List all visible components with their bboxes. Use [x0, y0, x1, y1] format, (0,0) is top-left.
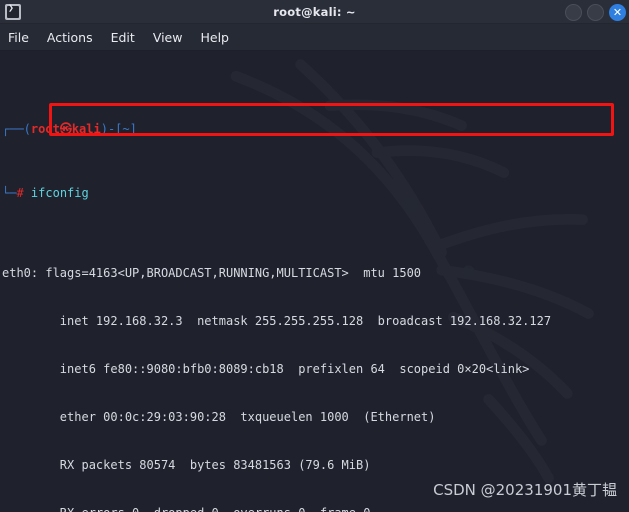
command-text-ifconfig: ifconfig	[30, 186, 89, 200]
prompt-close-paren: )-[	[100, 122, 123, 136]
output-eth0-flags: eth0: flags=4163<UP,BROADCAST,RUNNING,MU…	[2, 266, 422, 280]
prompt-close-bracket: ]	[129, 122, 137, 136]
output-eth0-rx-packets: RX packets 80574 bytes 83481563 (79.6 Mi…	[2, 458, 371, 472]
terminal-body[interactable]: ┌──(root㉿kali)-[~] └─# ifconfig eth0: fl…	[0, 51, 629, 512]
prompt-hash-1: #	[16, 186, 24, 200]
prompt-branch-bottom: └─	[2, 186, 17, 200]
menu-item-actions[interactable]: Actions	[47, 30, 93, 45]
output-eth0-inet: inet 192.168.32.3 netmask 255.255.255.12…	[2, 314, 552, 328]
menu-item-help[interactable]: Help	[200, 30, 229, 45]
menu-item-file[interactable]: File	[8, 30, 29, 45]
window-controls: ✕	[565, 0, 626, 24]
prompt-path: ~	[122, 122, 130, 136]
maximize-button[interactable]	[587, 3, 604, 21]
csdn-watermark: CSDN @20231901黄丁韫	[433, 481, 617, 499]
window-title: root@kali: ~	[273, 4, 356, 19]
close-button[interactable]: ✕	[609, 3, 626, 21]
terminal-screen: ┌──(root㉿kali)-[~] └─# ifconfig eth0: fl…	[0, 51, 629, 512]
terminal-window: root@kali: ~ ✕ File Actions Edit View He…	[0, 0, 629, 512]
prompt-at-symbol: ㉿	[59, 122, 72, 136]
output-eth0-inet6: inet6 fe80::9080:bfb0:8089:cb18 prefixle…	[2, 362, 530, 376]
menu-bar: File Actions Edit View Help	[0, 24, 629, 51]
output-eth0-ether: ether 00:0c:29:03:90:28 txqueuelen 1000 …	[2, 410, 436, 424]
prompt-line-1: ┌──(root㉿kali)-[~]	[2, 121, 629, 137]
terminal-icon	[5, 3, 21, 20]
menu-item-edit[interactable]: Edit	[111, 30, 135, 45]
prompt-user: root	[30, 122, 60, 136]
prompt-host: kali	[71, 122, 101, 136]
menu-item-view[interactable]: View	[153, 30, 183, 45]
prompt-branch-top: ┌──(	[2, 122, 31, 136]
minimize-button[interactable]	[565, 3, 582, 21]
command-line-1: └─# ifconfig	[2, 185, 629, 201]
title-bar: root@kali: ~ ✕	[0, 0, 629, 24]
output-eth0-rx-errors: RX errors 0 dropped 0 overruns 0 frame 0	[2, 505, 629, 512]
